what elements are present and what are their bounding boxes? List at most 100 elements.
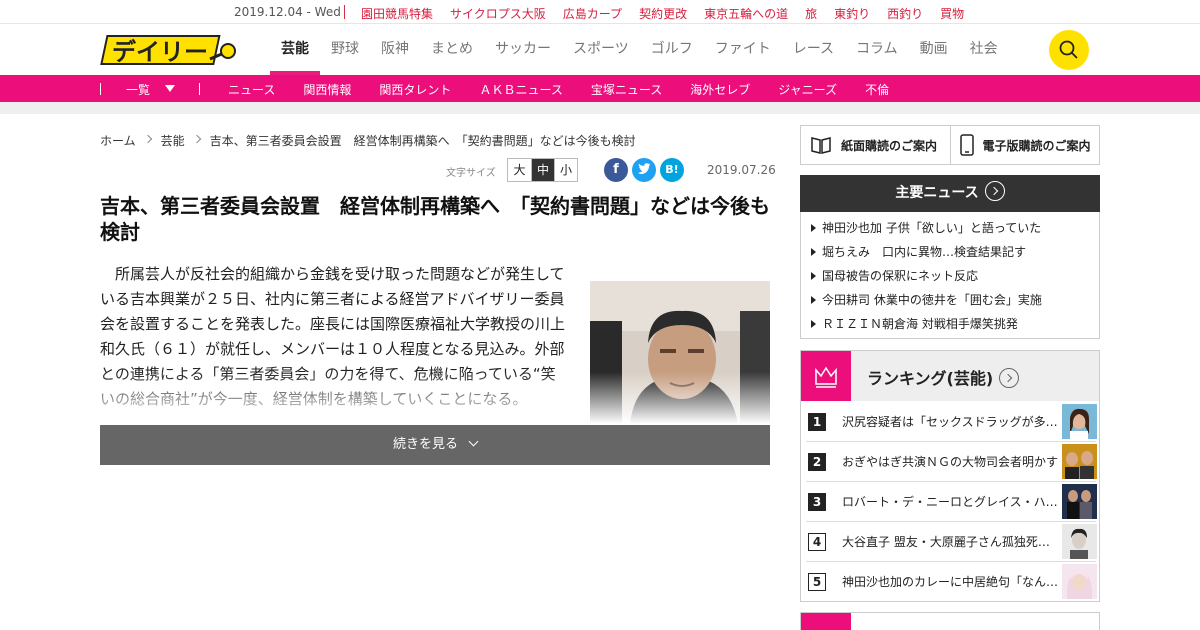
- subnav-item[interactable]: 海外セレブ: [690, 81, 750, 98]
- news-item[interactable]: 神田沙也加 子供「欲しい」と語っていた: [801, 217, 1099, 241]
- crown-icon: [801, 351, 851, 401]
- hatena-bookmark-icon[interactable]: B!: [660, 158, 684, 182]
- major-news-title: 主要ニュース: [895, 185, 979, 201]
- rank-headline: 沢尻容疑者は「セックスドラッグが多…: [842, 415, 1058, 429]
- font-size-label: 文字サイズ: [446, 168, 496, 179]
- open-book-icon: [811, 137, 831, 154]
- site-header: デイリー 芸能 野球 阪神 まとめ サッカー スポーツ ゴルフ ファイト レース…: [0, 25, 1200, 75]
- nav-item[interactable]: レース: [782, 25, 845, 75]
- chevron-down-icon: [468, 436, 479, 447]
- nav-item-geino[interactable]: 芸能: [270, 25, 320, 75]
- search-button[interactable]: [1049, 30, 1089, 70]
- subnav-item[interactable]: 不倫: [865, 81, 889, 98]
- subnav-item[interactable]: ニュース: [228, 81, 275, 98]
- rank-number: 1: [808, 413, 826, 431]
- nav-item[interactable]: まとめ: [420, 25, 484, 75]
- paper-subscription-link[interactable]: 紙面購読のご案内: [801, 126, 950, 164]
- all-menu-button[interactable]: 一覧: [126, 81, 150, 98]
- top-links: 園田競馬特集 サイクロプス大阪 広島カープ 契約更改 東京五輪への道 旅 東釣り…: [361, 5, 981, 22]
- breadcrumb-current: 吉本、第三者委員会設置 経営体制再構築へ 「契約書問題」などは今後も検討: [209, 134, 636, 148]
- read-more-button[interactable]: 続きを見る: [100, 425, 770, 465]
- nav-item[interactable]: サッカー: [484, 25, 562, 75]
- news-item[interactable]: ＲＩＺＩＮ朝倉海 対戦相手爆笑挑発: [801, 313, 1099, 337]
- rank-headline: 大谷直子 盟友・大原麗子さん孤独死…: [842, 535, 1050, 549]
- twitter-share-icon[interactable]: [632, 158, 656, 182]
- facebook-share-icon[interactable]: f: [604, 158, 628, 182]
- nav-item[interactable]: コラム: [845, 25, 909, 75]
- subnav-item[interactable]: 関西タレント: [379, 81, 451, 98]
- ranking-item[interactable]: 1 沢尻容疑者は「セックスドラッグが多…: [806, 402, 1097, 442]
- digital-subscription-label: 電子版購読のご案内: [982, 138, 1091, 153]
- top-link[interactable]: 買物: [940, 5, 964, 22]
- nav-item[interactable]: ファイト: [704, 25, 782, 75]
- subnav-item[interactable]: 関西情報: [303, 81, 351, 98]
- smartphone-icon: [959, 134, 974, 156]
- chevron-right-icon: [143, 134, 152, 144]
- ranking-title: ランキング(芸能): [867, 369, 994, 388]
- nav-item[interactable]: 動画: [909, 25, 959, 75]
- divider: [100, 83, 101, 95]
- search-icon: [1059, 40, 1078, 59]
- subnav-items: ニュース 関西情報 関西タレント ＡＫＢニュース 宝塚ニュース 海外セレブ ジャ…: [228, 81, 917, 98]
- ranking-thumbnail: [1062, 484, 1097, 519]
- rank-number: 4: [808, 533, 826, 551]
- ranking-item[interactable]: 4 大谷直子 盟友・大原麗子さん孤独死…: [806, 522, 1097, 562]
- body-fade: [100, 372, 770, 424]
- font-size-small-button[interactable]: 小: [554, 159, 577, 181]
- ranking-title-wrap: ランキング(芸能): [867, 365, 1020, 390]
- nav-item[interactable]: 社会: [959, 25, 1009, 75]
- read-more-label: 続きを見る: [392, 437, 458, 452]
- nav-item[interactable]: ゴルフ: [640, 25, 704, 75]
- rank-headline: ロバート・デ・ニーロとグレイス・ハ…: [842, 495, 1058, 509]
- ranking-thumbnail: [1062, 524, 1097, 559]
- top-strip: 2019.12.04 - Wed 園田競馬特集 サイクロプス大阪 広島カープ 契…: [0, 0, 1200, 24]
- news-item[interactable]: 国母被告の保釈にネット反応: [801, 265, 1099, 289]
- nav-item[interactable]: 野球: [320, 25, 370, 75]
- top-link[interactable]: 園田競馬特集: [361, 5, 433, 22]
- subnav-item[interactable]: ジャニーズ: [778, 81, 837, 98]
- nav-item[interactable]: スポーツ: [562, 25, 640, 75]
- news-item[interactable]: 今田耕司 休業中の徳井を「囲む会」実施: [801, 289, 1099, 313]
- top-link[interactable]: 東釣り: [834, 5, 870, 22]
- news-item[interactable]: 堀ちえみ 口内に異物…検査結果記す: [801, 241, 1099, 265]
- font-size-switcher: 大 中 小: [507, 158, 578, 182]
- ranking-item[interactable]: 5 神田沙也加のカレーに中居絶句「なん…: [806, 562, 1097, 602]
- publish-date: 2019.07.26: [707, 163, 776, 177]
- digital-subscription-link[interactable]: 電子版購読のご案内: [949, 126, 1100, 164]
- top-link[interactable]: 旅: [805, 5, 817, 22]
- breadcrumb-home[interactable]: ホーム: [100, 132, 136, 149]
- paper-subscription-label: 紙面購読のご案内: [841, 138, 938, 153]
- font-size-medium-button[interactable]: 中: [531, 159, 554, 181]
- top-link[interactable]: 広島カープ: [563, 5, 622, 22]
- bird-icon: [638, 163, 651, 174]
- ranking-thumbnail: [1062, 444, 1097, 479]
- ranking-item[interactable]: 3 ロバート・デ・ニーロとグレイス・ハ…: [806, 482, 1097, 522]
- subnav-item[interactable]: ＡＫＢニュース: [479, 81, 562, 98]
- top-link[interactable]: 西釣り: [887, 5, 923, 22]
- daily-logo[interactable]: デイリー: [100, 33, 240, 67]
- breadcrumb: ホーム 芸能 吉本、第三者委員会設置 経営体制再構築へ 「契約書問題」などは今後…: [100, 132, 636, 149]
- major-news-header[interactable]: 主要ニュース: [800, 175, 1100, 212]
- ranking-item[interactable]: 2 おぎやはぎ共演ＮＧの大物司会者明かす: [806, 442, 1097, 482]
- ranking-thumbnail: [1062, 404, 1097, 439]
- rank-headline: おぎやはぎ共演ＮＧの大物司会者明かす: [842, 455, 1059, 469]
- nav-item[interactable]: 阪神: [370, 25, 420, 75]
- rank-number: 5: [808, 573, 826, 591]
- rank-number: 2: [808, 453, 826, 471]
- breadcrumb-category[interactable]: 芸能: [161, 132, 185, 149]
- top-link[interactable]: 契約更改: [639, 5, 687, 22]
- logo-text: デイリー: [112, 38, 208, 66]
- caret-down-icon[interactable]: [165, 85, 175, 92]
- chevron-right-icon: [192, 134, 201, 144]
- rank-number: 3: [808, 493, 826, 511]
- arrow-circle-icon: [999, 367, 1020, 388]
- top-link[interactable]: サイクロプス大阪: [450, 5, 546, 22]
- ranking-header[interactable]: ランキング(芸能): [801, 351, 1099, 401]
- font-size-large-button[interactable]: 大: [508, 159, 531, 181]
- ranking-box: ランキング(芸能) 1 沢尻容疑者は「セックスドラッグが多… 2 おぎやはぎ共演…: [800, 350, 1100, 602]
- top-link[interactable]: 東京五輪への道: [704, 5, 788, 22]
- subnav-item[interactable]: 宝塚ニュース: [591, 81, 662, 98]
- arrow-circle-icon: [984, 181, 1005, 201]
- rank-headline: 神田沙也加のカレーに中居絶句「なん…: [842, 575, 1059, 589]
- header-band: [0, 102, 1200, 114]
